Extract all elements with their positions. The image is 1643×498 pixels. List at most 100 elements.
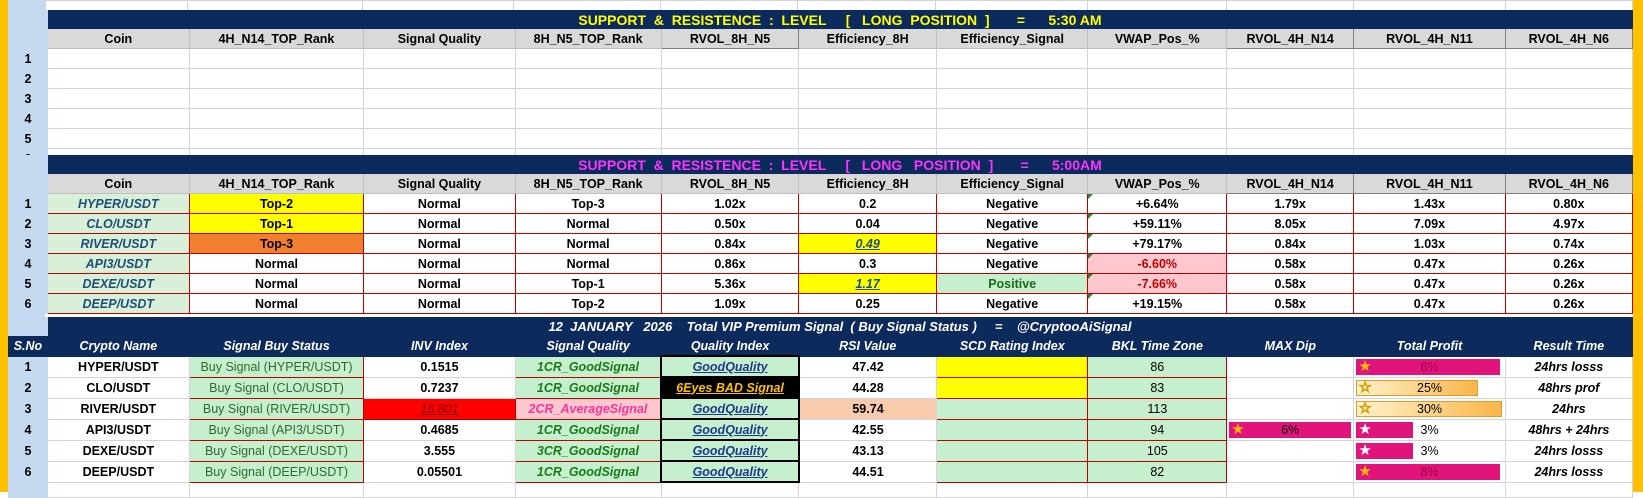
empty-cell[interactable]: [1504, 108, 1634, 129]
signal-buy-status-cell[interactable]: Buy Signal (API3/USDT): [188, 418, 365, 441]
empty-cell[interactable]: [660, 48, 800, 69]
quality-index-cell[interactable]: GoodQuality: [660, 439, 800, 462]
rank-4h-cell[interactable]: Normal: [188, 273, 365, 294]
coin-cell[interactable]: DEEP/USDT: [46, 293, 190, 314]
row-number[interactable]: 4: [8, 253, 48, 274]
empty-cell[interactable]: [1353, 108, 1506, 129]
empty-cell[interactable]: [935, 108, 1089, 129]
max-dip-cell[interactable]: [1226, 439, 1355, 462]
vwap-cell[interactable]: -7.66%: [1087, 273, 1228, 294]
column-header[interactable]: Quality Index: [660, 335, 800, 357]
column-header[interactable]: Result Time: [1504, 335, 1634, 357]
empty-cell[interactable]: [1226, 48, 1355, 69]
efficiency-signal-cell[interactable]: Negative: [935, 193, 1089, 214]
column-header[interactable]: S.No: [8, 335, 48, 357]
row-number[interactable]: 3: [8, 397, 48, 420]
column-header[interactable]: Efficiency_8H: [798, 173, 937, 194]
signal-quality-cell[interactable]: Normal: [363, 253, 516, 274]
rvol-8h-cell[interactable]: 1.02x: [660, 193, 800, 214]
empty-cell[interactable]: [798, 108, 937, 129]
row-number[interactable]: 1: [8, 355, 48, 378]
crypto-name-cell[interactable]: DEEP/USDT: [46, 460, 190, 483]
rvol-4h-n6-cell[interactable]: 0.80x: [1504, 193, 1634, 214]
empty-cell[interactable]: [935, 128, 1089, 149]
column-header[interactable]: Efficiency_Signal: [935, 173, 1089, 194]
empty-cell[interactable]: [1087, 88, 1228, 109]
empty-cell[interactable]: [514, 108, 662, 129]
column-header[interactable]: Efficiency_Signal: [935, 28, 1089, 49]
max-dip-cell[interactable]: ★ 6%: [1226, 418, 1355, 441]
column-header[interactable]: 4H_N14_TOP_Rank: [188, 173, 365, 194]
signal-buy-status-cell[interactable]: Buy Signal (HYPER/USDT): [188, 355, 365, 378]
rsi-value-cell[interactable]: 47.42: [798, 355, 938, 378]
crypto-name-cell[interactable]: CLO/USDT: [46, 376, 190, 399]
signal-quality-cell[interactable]: 1CR_GoodSignal: [514, 376, 662, 399]
row-number[interactable]: 1: [8, 193, 48, 214]
rvol-4h-n11-cell[interactable]: 1.43x: [1353, 193, 1506, 214]
signal-quality-cell[interactable]: 1CR_GoodSignal: [514, 460, 662, 483]
row-number[interactable]: 1: [8, 48, 48, 69]
rsi-value-cell[interactable]: 44.51: [798, 460, 938, 483]
vwap-cell[interactable]: +19.15%: [1087, 293, 1228, 314]
rank-8h-cell[interactable]: Top-2: [514, 293, 662, 314]
rvol-4h-n11-cell[interactable]: 0.47x: [1353, 293, 1506, 314]
quality-index-cell[interactable]: GoodQuality: [660, 397, 800, 420]
result-time-cell[interactable]: 24hrs: [1504, 397, 1634, 420]
column-header[interactable]: Coin: [46, 28, 190, 49]
column-header[interactable]: VWAP_Pos_%: [1087, 28, 1228, 49]
column-header[interactable]: RSI Value: [798, 335, 938, 357]
inv-index-cell[interactable]: 0.4685: [363, 418, 516, 441]
column-header[interactable]: Efficiency_8H: [798, 28, 937, 49]
column-header[interactable]: Signal Buy Status: [188, 335, 365, 357]
row-number[interactable]: 3: [8, 88, 48, 109]
empty-cell[interactable]: [46, 68, 190, 89]
empty-cell[interactable]: [1087, 128, 1228, 149]
row-number[interactable]: 3: [8, 233, 48, 254]
empty-cell[interactable]: [188, 108, 365, 129]
empty-cell[interactable]: [363, 128, 516, 149]
bkl-time-zone-cell[interactable]: 113: [1087, 397, 1228, 420]
empty-cell[interactable]: [1504, 88, 1634, 109]
scd-rating-cell[interactable]: [936, 439, 1089, 462]
signal-buy-status-cell[interactable]: Buy Signal (DEEP/USDT): [188, 460, 365, 483]
rvol-4h-n6-cell[interactable]: 0.26x: [1504, 293, 1634, 314]
signal-quality-cell[interactable]: 3CR_GoodSignal: [514, 439, 662, 462]
rvol-4h-n6-cell[interactable]: 0.26x: [1504, 253, 1634, 274]
bkl-time-zone-cell[interactable]: 94: [1087, 418, 1228, 441]
result-time-cell[interactable]: 24hrs losss: [1504, 460, 1634, 483]
rvol-4h-n14-cell[interactable]: 1.79x: [1226, 193, 1355, 214]
scd-rating-cell[interactable]: [936, 376, 1089, 399]
empty-cell[interactable]: [798, 48, 937, 69]
efficiency-signal-cell[interactable]: Positive: [935, 273, 1089, 294]
row-number[interactable]: 5: [8, 128, 48, 149]
rvol-4h-n14-cell[interactable]: 0.58x: [1226, 293, 1355, 314]
rank-8h-cell[interactable]: Top-1: [514, 273, 662, 294]
empty-cell[interactable]: [363, 68, 516, 89]
inv-index-cell[interactable]: 0.7237: [363, 376, 516, 399]
bkl-time-zone-cell[interactable]: 105: [1087, 439, 1228, 462]
column-header[interactable]: Total Profit: [1353, 335, 1506, 357]
quality-index-cell[interactable]: GoodQuality: [660, 418, 800, 441]
column-header[interactable]: 8H_N5_TOP_Rank: [514, 28, 662, 49]
total-profit-cell[interactable]: ★ 8%: [1353, 355, 1506, 378]
crypto-name-cell[interactable]: RIVER/USDT: [46, 397, 190, 420]
empty-cell[interactable]: [1226, 88, 1355, 109]
crypto-name-cell[interactable]: DEXE/USDT: [46, 439, 190, 462]
column-header[interactable]: INV Index: [363, 335, 516, 357]
column-header[interactable]: MAX Dip: [1226, 335, 1355, 357]
empty-cell[interactable]: [1504, 128, 1634, 149]
column-header[interactable]: RVOL_4H_N14: [1226, 28, 1355, 49]
signal-quality-cell[interactable]: 1CR_GoodSignal: [514, 418, 662, 441]
efficiency-cell[interactable]: 0.3: [798, 253, 937, 274]
empty-cell[interactable]: [363, 108, 516, 129]
column-header[interactable]: Coin: [46, 173, 190, 194]
total-profit-cell[interactable]: ☆ 30%: [1353, 397, 1506, 420]
column-header[interactable]: RVOL_4H_N11: [1353, 173, 1506, 194]
result-time-cell[interactable]: 48hrs + 24hrs: [1504, 418, 1634, 441]
result-time-cell[interactable]: 24hrs losss: [1504, 355, 1634, 378]
efficiency-cell[interactable]: 1.17: [798, 273, 937, 294]
empty-cell[interactable]: [1353, 48, 1506, 69]
empty-cell[interactable]: [514, 68, 662, 89]
rvol-4h-n11-cell[interactable]: 1.03x: [1353, 233, 1506, 254]
signal-quality-cell[interactable]: Normal: [363, 233, 516, 254]
